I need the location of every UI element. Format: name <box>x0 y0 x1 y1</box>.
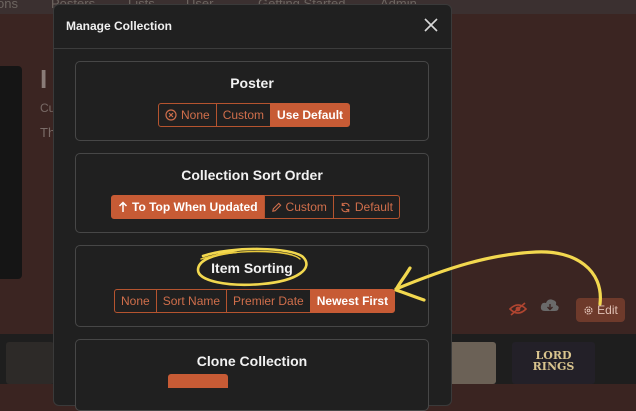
item-sort-premier-date-button[interactable]: Premier Date <box>226 289 311 313</box>
sort-order-button-group: To Top When Updated Custom Default <box>111 195 400 219</box>
collection-title: I <box>40 64 48 94</box>
clone-section: Clone Collection <box>75 339 429 411</box>
section-title: Poster <box>230 75 274 91</box>
section-title: Clone Collection <box>196 353 308 369</box>
poster-button-group: None Custom Use Default <box>158 103 351 127</box>
sort-order-section: Collection Sort Order To Top When Update… <box>75 153 429 233</box>
modal-header: Manage Collection <box>54 5 451 49</box>
sort-to-top-button[interactable]: To Top When Updated <box>111 195 265 219</box>
item-sorting-button-group: None Sort Name Premier Date Newest First <box>114 289 396 313</box>
edit-button-label: Edit <box>597 303 618 317</box>
collection-poster <box>0 66 22 279</box>
close-icon[interactable] <box>422 16 440 34</box>
eye-slash-icon[interactable] <box>508 302 528 316</box>
poster-use-default-button[interactable]: Use Default <box>270 103 351 127</box>
poster-custom-button[interactable]: Custom <box>215 103 272 127</box>
item-sort-newest-first-button[interactable]: Newest First <box>309 289 396 313</box>
manage-collection-modal: Manage Collection Poster None Custom Use… <box>53 4 452 411</box>
clone-button[interactable] <box>168 374 228 388</box>
thumbnail-title-art: LORD RINGS <box>532 349 575 373</box>
sort-default-button[interactable]: Default <box>332 195 400 219</box>
gear-icon <box>584 305 593 315</box>
sort-custom-button[interactable]: Custom <box>263 195 334 219</box>
section-title: Collection Sort Order <box>181 167 323 183</box>
arrow-up-icon <box>118 201 128 212</box>
pencil-icon <box>271 202 281 212</box>
cloud-download-icon[interactable] <box>540 298 560 314</box>
poster-section: Poster None Custom Use Default <box>75 61 429 141</box>
item-sort-name-button[interactable]: Sort Name <box>155 289 228 313</box>
section-title: Item Sorting <box>211 260 293 276</box>
item-thumbnail[interactable] <box>6 342 54 384</box>
modal-title: Manage Collection <box>66 19 173 33</box>
refresh-icon <box>341 202 350 212</box>
item-sort-none-button[interactable]: None <box>114 289 157 313</box>
item-sorting-section: Item Sorting None Sort Name Premier Date… <box>75 245 429 327</box>
item-thumbnail[interactable] <box>448 342 496 384</box>
circle-x-icon <box>165 109 177 121</box>
edit-button[interactable]: Edit <box>576 298 625 322</box>
poster-none-button[interactable]: None <box>158 103 217 127</box>
nav-item[interactable]: ons <box>0 0 18 11</box>
